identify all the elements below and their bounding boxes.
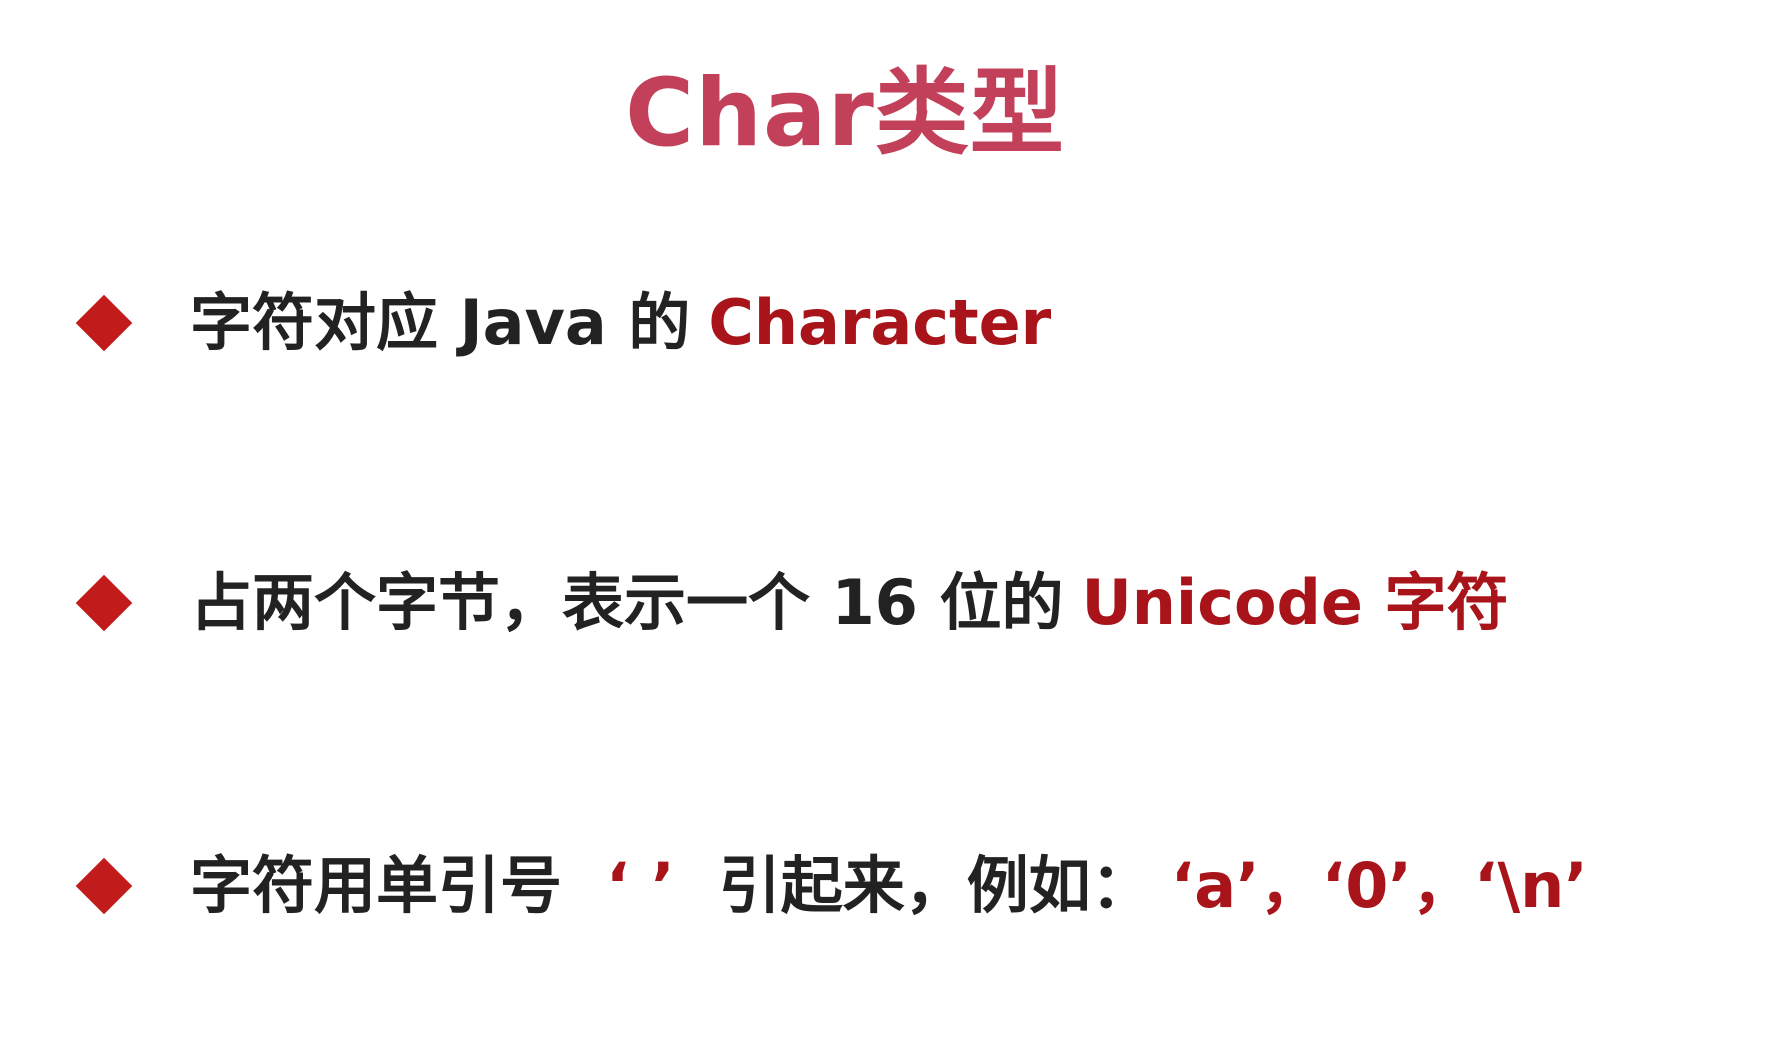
bullet-item: 字符用单引号 ‘ ’ 引起来，例如： ‘a’，‘0’，‘\n’ [70, 855, 1588, 917]
slide: Char类型 字符对应 Java 的 Character 占两个字节，表示一个 1… [0, 0, 1784, 1038]
diamond-bullet-icon [75, 294, 133, 352]
bullet-text-part: 字符用单引号 [190, 849, 563, 922]
bullet-item: 字符对应 Java 的 Character [70, 292, 1051, 354]
bullet-text-part: 引起来，例如： [718, 849, 1153, 922]
example-char-a: ‘a’ [1170, 849, 1260, 922]
example-char-newline: ‘\n’ [1473, 849, 1588, 922]
bullet-text-part: 字符对应 Java 的 [190, 286, 691, 359]
slide-title: Char类型 [625, 59, 1065, 168]
bullet-text: 占两个字节，表示一个 16 位的 Unicode 字符 [190, 572, 1509, 634]
diamond-bullet-icon [75, 574, 133, 632]
bullet-text: 字符对应 Java 的 Character [190, 292, 1051, 354]
example-separator: ， [1259, 849, 1322, 922]
bullet-item: 占两个字节，表示一个 16 位的 Unicode 字符 [70, 572, 1509, 634]
bullet-highlight: Character [708, 286, 1052, 359]
bullet-highlight: Unicode 字符 [1081, 566, 1509, 639]
bullet-text: 字符用单引号 ‘ ’ 引起来，例如： ‘a’，‘0’，‘\n’ [190, 855, 1588, 917]
example-separator: ， [1411, 849, 1474, 922]
bullet-text-part: 占两个字节，表示一个 16 位的 [190, 566, 1064, 639]
example-char-0: ‘0’ [1321, 849, 1412, 922]
diamond-bullet-icon [75, 857, 133, 915]
quote-marks: ‘ ’ [606, 849, 675, 922]
